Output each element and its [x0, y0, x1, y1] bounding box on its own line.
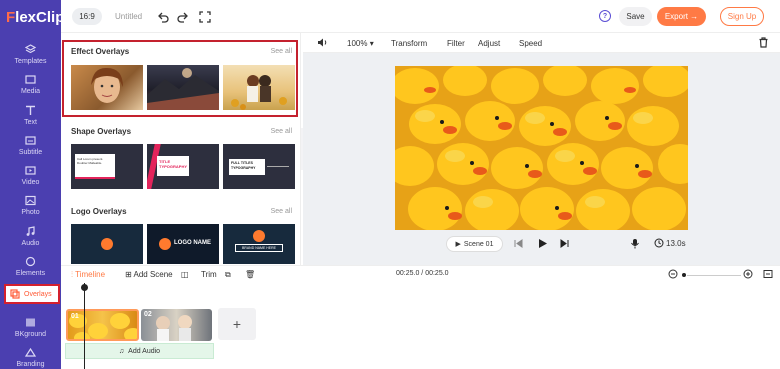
timeline-delete-icon[interactable]: 🗑 [245, 270, 255, 279]
aspect-ratio-button[interactable]: 16:9 [72, 8, 102, 25]
logo-overlay-thumb[interactable] [71, 224, 143, 264]
transform-button[interactable]: Transform [391, 39, 427, 48]
timeline-icon: ⫶ [71, 270, 73, 279]
media-icon [25, 72, 36, 86]
rubber-ducks-image [395, 66, 688, 230]
add-scene-icon: ⊞ [125, 270, 132, 279]
logo-overlays-title: Logo Overlays [71, 207, 127, 216]
signup-button[interactable]: Sign Up [720, 7, 764, 26]
scene-clip-1[interactable]: 01 [66, 309, 139, 341]
play-icon[interactable] [537, 238, 548, 251]
chevron-down-icon: ▾ [369, 39, 374, 48]
play-small-icon: ▶ [455, 241, 461, 248]
volume-icon[interactable] [317, 37, 328, 50]
player-controls: ▶ Scene 01 13.0s [303, 233, 780, 255]
sidebar-item-elements[interactable]: Elements [0, 254, 61, 284]
shape-overlays-see-all[interactable]: See all [271, 128, 292, 135]
overlays-icon [10, 287, 20, 301]
sidebar-item-media[interactable]: Media [0, 72, 61, 102]
logo-overlay-thumb[interactable]: LOGO NAME [147, 224, 219, 264]
save-button[interactable]: Save [619, 7, 652, 26]
undo-icon[interactable] [157, 10, 169, 23]
scene-clip-2[interactable]: 02 [141, 309, 212, 341]
background-icon [25, 315, 36, 329]
redo-icon[interactable] [177, 10, 189, 23]
filter-button[interactable]: Filter [447, 39, 465, 48]
top-bar: 16:9 Untitled ? Save Export → Sign Up [61, 0, 780, 33]
music-note-icon: ♫ [118, 347, 125, 355]
sidebar-item-subtitle[interactable]: Subtitle [0, 133, 61, 163]
shape-overlays-title: Shape Overlays [71, 127, 132, 136]
sidebar-item-branding[interactable]: Branding [0, 345, 61, 369]
next-scene-icon[interactable] [560, 239, 569, 250]
fit-timeline-icon[interactable] [763, 269, 773, 281]
zoom-slider[interactable] [687, 274, 741, 276]
zoom-slider-knob[interactable] [682, 273, 686, 277]
scene-selector[interactable]: ▶ Scene 01 [446, 236, 503, 252]
sidebar-item-bkground[interactable]: BKground [0, 315, 61, 345]
logo-overlays-see-all[interactable]: See all [271, 208, 292, 215]
audio-icon [25, 224, 36, 238]
text-icon [25, 103, 36, 117]
adjust-button[interactable]: Adjust [478, 39, 500, 48]
sidebar-item-photo[interactable]: Photo [0, 193, 61, 223]
duplicate-icon[interactable]: ⧉ [225, 270, 231, 280]
photo-icon [25, 193, 36, 207]
effect-overlays-highlight [62, 40, 298, 117]
branding-icon [25, 345, 36, 359]
previous-scene-icon[interactable] [514, 239, 523, 250]
edit-toolbar: 100% ▾ Transform Filter Adjust Speed [303, 33, 780, 53]
timeline-tab[interactable]: ⫶ Timeline [71, 270, 105, 280]
delete-icon[interactable] [758, 37, 769, 50]
sidebar-item-overlays[interactable]: Overlays [4, 284, 60, 304]
add-audio-button[interactable]: ♫ Add Audio [65, 343, 214, 359]
add-scene-button[interactable]: ⊞ Add Scene [125, 270, 173, 279]
zoom-select[interactable]: 100% ▾ [347, 39, 374, 48]
sidebar-item-text[interactable]: Text [0, 103, 61, 133]
shape-overlay-thumb[interactable]: TITLE TYPOGRAPHY [147, 144, 219, 189]
add-clip-button[interactable]: + [218, 308, 256, 340]
project-title[interactable]: Untitled [115, 12, 142, 21]
clock-icon [654, 238, 664, 250]
shape-overlay-thumb[interactable]: FULL TITLES TYPOGRAPHY [223, 144, 295, 189]
sidebar-item-video[interactable]: Video [0, 163, 61, 193]
templates-icon [25, 42, 36, 56]
speed-button[interactable]: Speed [519, 39, 542, 48]
flexclip-logo[interactable]: FlexClip [6, 9, 64, 26]
scene-duration: 13.0s [666, 239, 686, 248]
zoom-in-icon[interactable] [743, 269, 753, 281]
export-button[interactable]: Export → [657, 7, 706, 26]
microphone-icon[interactable] [630, 238, 640, 251]
video-canvas[interactable] [395, 66, 688, 230]
shape-overlay-thumb[interactable]: Call Lorem present. Doubter Malleable. [71, 144, 143, 189]
zoom-out-icon[interactable] [668, 269, 678, 281]
playhead-handle[interactable] [81, 284, 88, 291]
timeline: 01 02 + ♫ Add Audio [61, 283, 780, 369]
split-icon[interactable]: ◫ [181, 270, 189, 279]
timeline-time: 00:25.0 / 00:25.0 [396, 270, 449, 277]
video-icon [25, 163, 36, 177]
playhead[interactable] [84, 283, 85, 369]
subtitle-icon [25, 133, 36, 147]
sidebar-item-audio[interactable]: Audio [0, 224, 61, 254]
logo-overlay-thumb[interactable]: BRAND NAME HERE [223, 224, 295, 264]
fullscreen-icon[interactable] [199, 10, 211, 23]
help-icon[interactable]: ? [599, 10, 611, 22]
sidebar-item-templates[interactable]: Templates [0, 42, 61, 72]
elements-icon [25, 254, 36, 268]
trim-button[interactable]: Trim [201, 270, 217, 279]
sidebar: FlexClip Templates Media Text Subtitle V… [0, 0, 64, 369]
timeline-toolbar: ⫶ Timeline ⊞ Add Scene ◫ Trim ⧉ 🗑 00:25.… [61, 265, 780, 283]
